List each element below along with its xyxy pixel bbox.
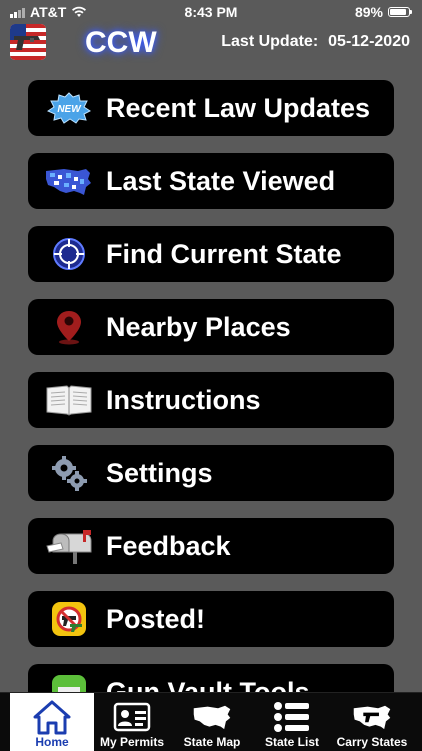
tab-carry-states[interactable]: Carry States [330, 693, 414, 751]
tab-home[interactable]: Home [10, 693, 94, 751]
id-card-icon [112, 699, 152, 735]
us-map-icon [192, 699, 232, 735]
mailbox-icon [40, 518, 98, 574]
tab-bar: Home My Permits State Map State List Car… [0, 692, 422, 751]
menu-item-label: Posted! [106, 603, 206, 634]
menu-item-recent-law-updates[interactable]: NEW Recent Law Updates [28, 80, 394, 136]
menu-item-label: Last State Viewed [106, 165, 336, 196]
app-title: CCW [85, 26, 157, 59]
menu-item-last-state-viewed[interactable]: Last State Viewed [28, 153, 394, 209]
menu-item-posted[interactable]: Posted! [28, 591, 394, 647]
crosshair-icon [40, 226, 98, 282]
no-guns-sign-icon [40, 591, 98, 647]
list-icon [272, 699, 312, 735]
menu-item-find-current-state[interactable]: Find Current State [28, 226, 394, 282]
menu-item-nearby-places[interactable]: Nearby Places [28, 299, 394, 355]
menu-item-settings[interactable]: Settings [28, 445, 394, 501]
battery-icon [388, 7, 412, 17]
home-icon [32, 699, 72, 735]
app-logo [10, 24, 46, 60]
map-pin-icon [40, 299, 98, 355]
tab-my-permits[interactable]: My Permits [90, 693, 174, 751]
book-icon [40, 372, 98, 428]
carry-states-icon [352, 699, 392, 735]
menu-item-feedback[interactable]: Feedback [28, 518, 394, 574]
menu-item-label: Feedback [106, 530, 231, 561]
last-update-date: 05-12-2020 [328, 33, 410, 50]
tab-label: State List [264, 735, 319, 749]
battery-percent: 89% [354, 4, 383, 20]
gears-icon [40, 445, 98, 501]
header: CCW Last Update: 05-12-2020 [0, 20, 422, 70]
menu-item-instructions[interactable]: Instructions [28, 372, 394, 428]
new-badge-icon: NEW [40, 80, 98, 136]
tab-state-map[interactable]: State Map [170, 693, 254, 751]
menu-item-label: Instructions [106, 384, 261, 415]
menu-item-label: Find Current State [106, 238, 342, 269]
menu-item-label: Recent Law Updates [106, 92, 371, 123]
menu-item-label: Settings [106, 457, 213, 488]
tab-label: Home [35, 735, 69, 749]
last-update: Last Update: 05-12-2020 [221, 33, 410, 51]
menu-item-label: Nearby Places [106, 311, 291, 342]
tab-label: State Map [183, 735, 241, 749]
us-map-icon [40, 153, 98, 209]
tab-state-list[interactable]: State List [250, 693, 334, 751]
last-update-label: Last Update: [221, 33, 319, 50]
status-right: 89% [354, 4, 412, 20]
svg-text:NEW: NEW [57, 104, 82, 115]
tab-label: Carry States [336, 735, 408, 749]
tab-label: My Permits [99, 735, 165, 749]
